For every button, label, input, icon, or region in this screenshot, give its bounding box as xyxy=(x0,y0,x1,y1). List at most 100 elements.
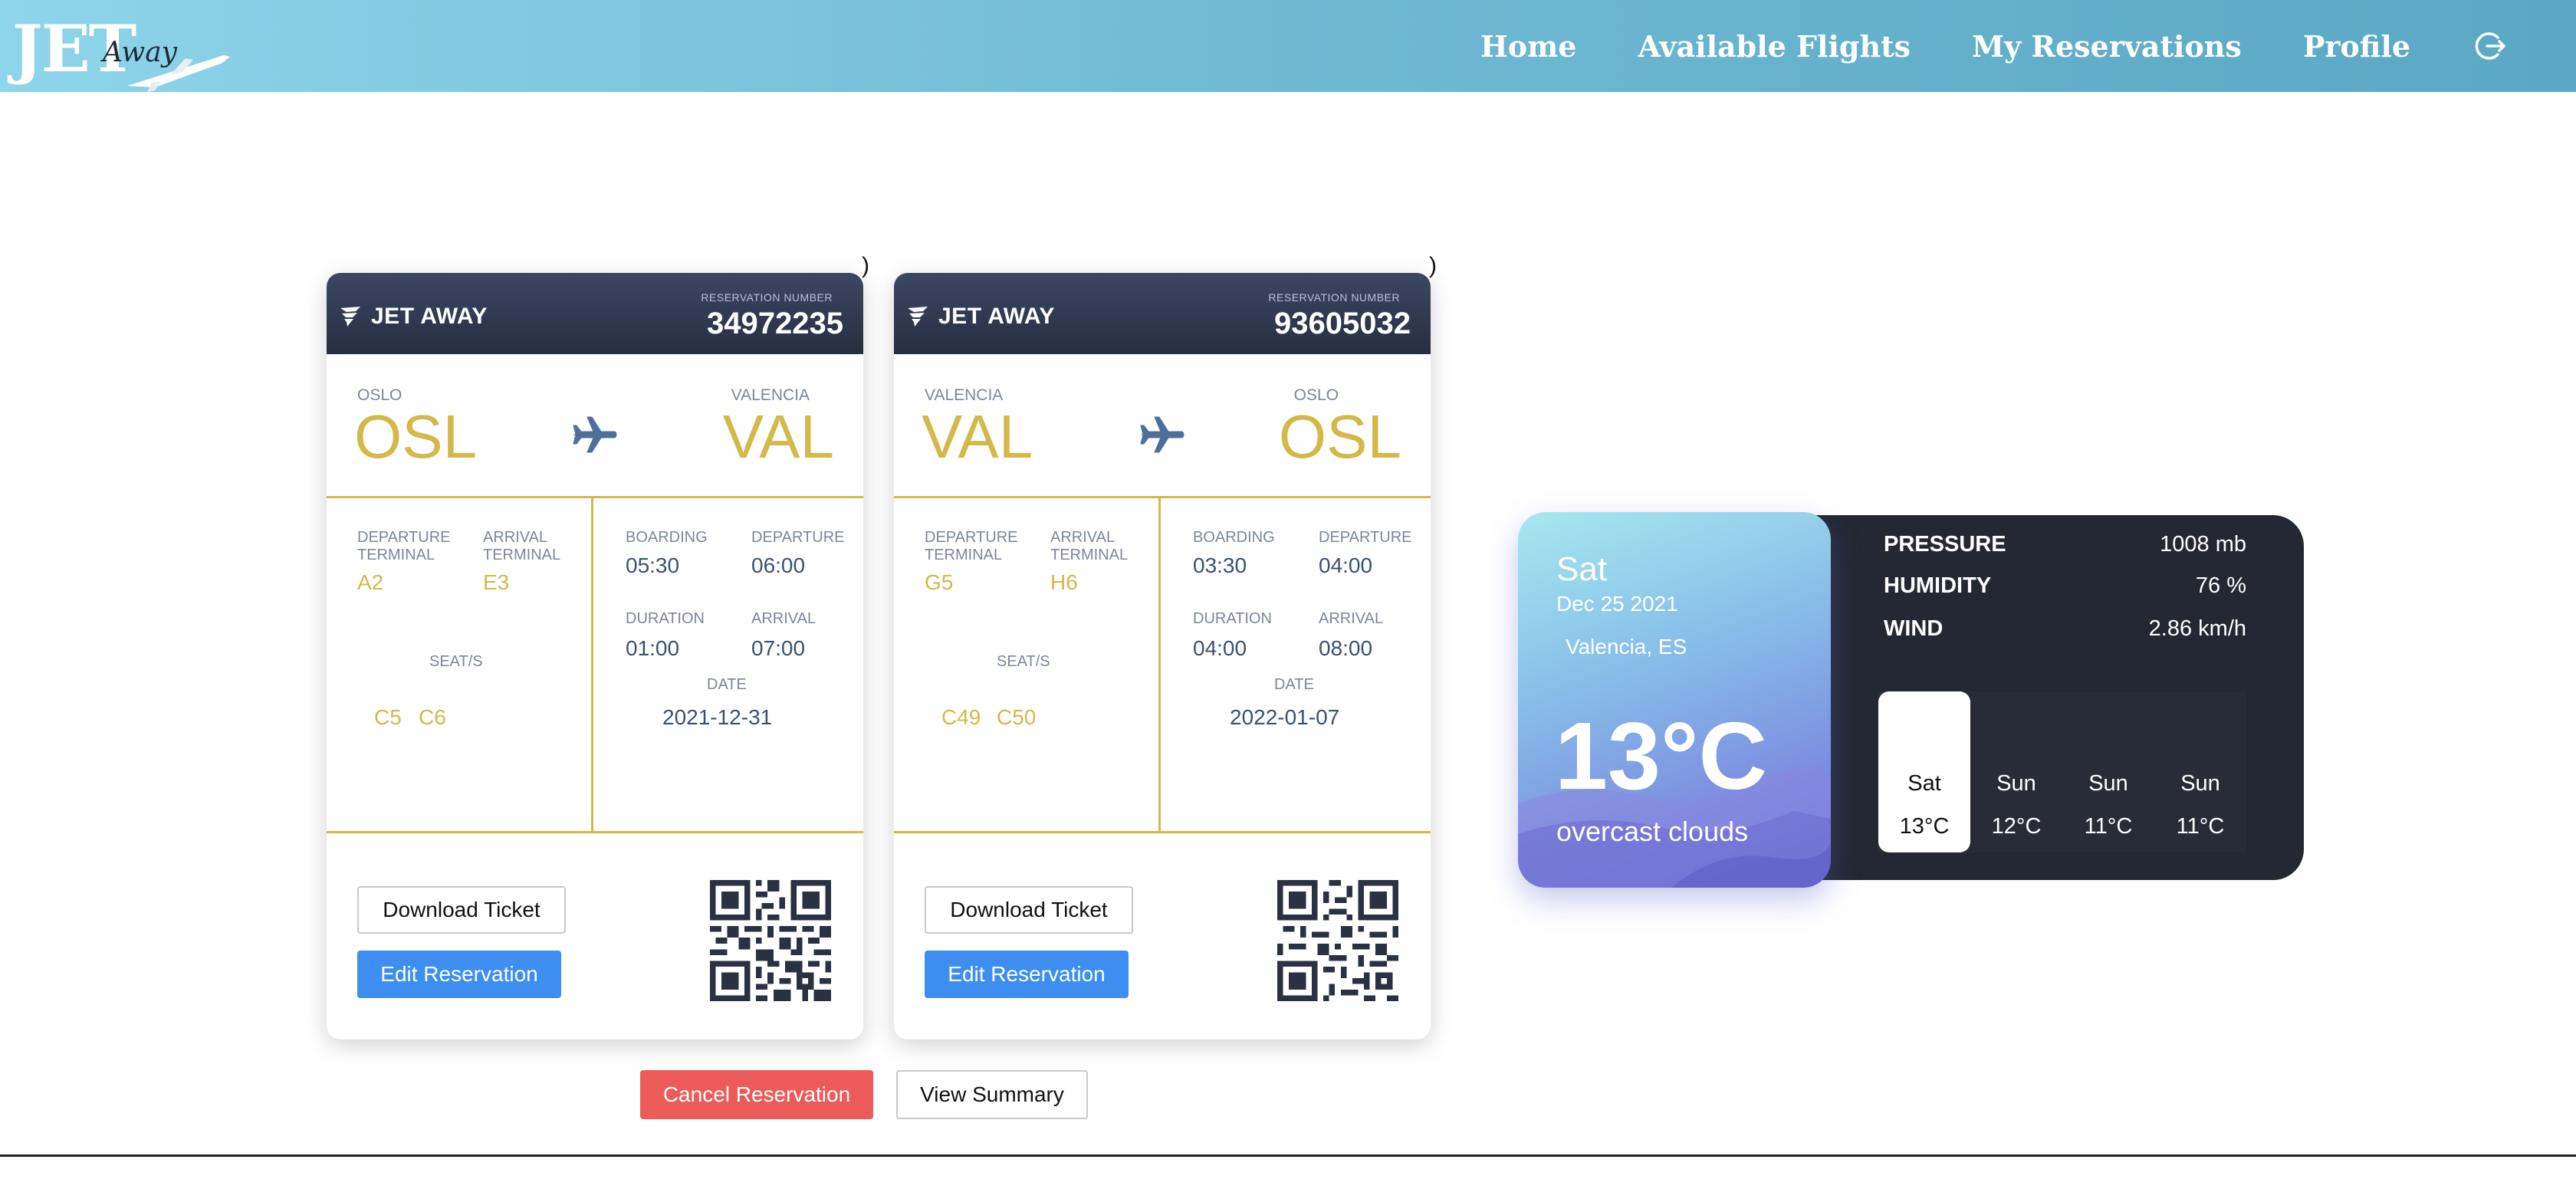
brand-name: JET AWAY xyxy=(371,304,488,329)
airplane-icon xyxy=(573,416,617,453)
qr-code xyxy=(710,880,831,1001)
ticket-brand: JET AWAY xyxy=(906,304,1055,330)
weather-temperature: 13°C xyxy=(1555,704,1768,810)
divider xyxy=(327,831,863,833)
duration-value: 04:00 xyxy=(1193,636,1247,660)
departure-label: DEPARTURE xyxy=(1319,529,1412,546)
departure-terminal: G5 xyxy=(925,570,954,594)
departure-time: 06:00 xyxy=(751,553,806,577)
weather-date: Dec 25 2021 xyxy=(1556,592,1678,616)
seat-value: C5 xyxy=(374,705,402,729)
nav-my-reservations[interactable]: My Reservations xyxy=(1972,29,2242,64)
forecast-day[interactable]: Sat 13°C xyxy=(1878,691,1970,852)
wind-value: 2.86 km/h xyxy=(2148,616,2246,641)
ticket-header: JET AWAY RESERVATION NUMBER 93605032 xyxy=(894,273,1431,354)
arrival-terminal-label: ARRIVAL TERMINAL xyxy=(483,529,561,563)
weather-widget: Sat Dec 25 2021 Valencia, ES 13°C overca… xyxy=(1518,512,2304,888)
pressure-value: 1008 mb xyxy=(2160,532,2246,557)
divider xyxy=(327,496,863,498)
departure-terminal-label: DEPARTURE TERMINAL xyxy=(925,529,1018,563)
brand-name: JET AWAY xyxy=(938,304,1055,329)
qr-code xyxy=(1277,880,1398,1001)
nav-profile[interactable]: Profile xyxy=(2303,29,2410,64)
download-ticket-button[interactable]: Download Ticket xyxy=(357,886,566,934)
departure-terminal-label: DEPARTURE TERMINAL xyxy=(357,529,451,563)
arrival-time: 08:00 xyxy=(1319,636,1373,660)
nav-links: Home Available Flights My Reservations P… xyxy=(1480,0,2576,92)
forecast-day-name: Sun xyxy=(2180,771,2220,796)
destination-code: VAL xyxy=(722,402,834,471)
arrival-terminal: E3 xyxy=(483,570,510,594)
weather-today-card: Sat Dec 25 2021 Valencia, ES 13°C overca… xyxy=(1518,512,1831,888)
origin-code: OSL xyxy=(354,402,478,471)
wind-label: WIND xyxy=(1884,616,1944,641)
weather-day: Sat xyxy=(1556,550,1608,588)
forecast-day-name: Sun xyxy=(2088,771,2128,796)
forecast-temp: 11°C xyxy=(2176,814,2225,839)
weather-location: Valencia, ES xyxy=(1566,635,1687,658)
forecast-temp: 13°C xyxy=(1899,814,1950,839)
seats-label: SEAT/S xyxy=(997,653,1050,670)
departure-time: 04:00 xyxy=(1319,553,1373,577)
edit-reservation-button[interactable]: Edit Reservation xyxy=(357,951,561,998)
duration-value: 01:00 xyxy=(626,636,680,660)
boarding-label: BOARDING xyxy=(626,529,708,546)
ticket-card: JET AWAY RESERVATION NUMBER 93605032 VAL… xyxy=(894,273,1431,1039)
wing-logo-icon xyxy=(908,307,928,327)
nav-available-flights[interactable]: Available Flights xyxy=(1638,29,1911,64)
flight-date: 2021-12-31 xyxy=(662,705,773,729)
nav-home[interactable]: Home xyxy=(1480,29,1577,64)
departure-terminal: A2 xyxy=(357,570,384,594)
arrival-time: 07:00 xyxy=(751,636,806,660)
weather-description: overcast clouds xyxy=(1556,816,1749,847)
arrival-terminal-label: ARRIVAL TERMINAL xyxy=(1050,529,1129,563)
reservation-number-label: RESERVATION NUMBER xyxy=(1268,291,1400,304)
cancel-reservation-button[interactable]: Cancel Reservation xyxy=(640,1070,873,1119)
date-label: DATE xyxy=(1274,676,1314,693)
seat-value: C6 xyxy=(419,705,446,729)
forecast-day-name: Sat xyxy=(1907,771,1941,796)
forecast-day[interactable]: Sun 11°C xyxy=(2062,691,2154,852)
download-ticket-button[interactable]: Download Ticket xyxy=(925,886,1133,934)
arrival-terminal: H6 xyxy=(1050,570,1078,594)
pressure-label: PRESSURE xyxy=(1884,532,2006,557)
jetaway-logo[interactable]: JET Away xyxy=(9,6,230,92)
date-label: DATE xyxy=(707,676,747,693)
forecast-day[interactable]: Sun 12°C xyxy=(1970,691,2062,852)
seat-value: C50 xyxy=(997,705,1037,729)
top-navbar: JET Away Home Available Flights My Reser… xyxy=(0,0,2576,92)
departure-label: DEPARTURE xyxy=(751,529,845,546)
humidity-value: 76 % xyxy=(2195,573,2246,598)
forecast-list: Sat 13°C Sun 12°C Sun 11°C Sun 11°C xyxy=(1878,691,2246,852)
view-summary-button[interactable]: View Summary xyxy=(896,1070,1088,1119)
edit-reservation-button[interactable]: Edit Reservation xyxy=(925,951,1129,998)
wing-logo-icon xyxy=(340,307,360,327)
divider xyxy=(1158,498,1161,833)
forecast-temp: 11°C xyxy=(2084,814,2133,839)
divider xyxy=(894,831,1431,833)
logout-icon[interactable] xyxy=(2472,28,2507,64)
duration-label: DURATION xyxy=(626,610,705,627)
destination-code: OSL xyxy=(1278,402,1401,471)
origin-code: VAL xyxy=(922,402,1033,471)
boarding-time: 05:30 xyxy=(626,553,680,577)
forecast-day[interactable]: Sun 11°C xyxy=(2154,691,2246,852)
ticket-card: JET AWAY RESERVATION NUMBER 34972235 OSL… xyxy=(327,273,863,1039)
arrival-label: ARRIVAL xyxy=(1319,610,1384,627)
seat-value: C49 xyxy=(941,705,981,729)
humidity-label: HUMIDITY xyxy=(1884,573,1992,598)
divider xyxy=(591,498,593,833)
logo-plane-icon xyxy=(127,55,230,92)
boarding-time: 03:30 xyxy=(1193,553,1247,577)
boarding-label: BOARDING xyxy=(1193,529,1275,546)
reservation-number: 34972235 xyxy=(707,307,843,340)
arrival-label: ARRIVAL xyxy=(751,610,816,627)
ticket-brand: JET AWAY xyxy=(339,304,488,330)
reservation-number-label: RESERVATION NUMBER xyxy=(701,291,833,304)
divider xyxy=(894,496,1431,498)
divider xyxy=(0,1154,2576,1157)
flight-date: 2022-01-07 xyxy=(1230,705,1340,729)
ticket-header: JET AWAY RESERVATION NUMBER 34972235 xyxy=(327,273,863,354)
forecast-temp: 12°C xyxy=(1991,814,2042,839)
seats-label: SEAT/S xyxy=(429,653,483,670)
